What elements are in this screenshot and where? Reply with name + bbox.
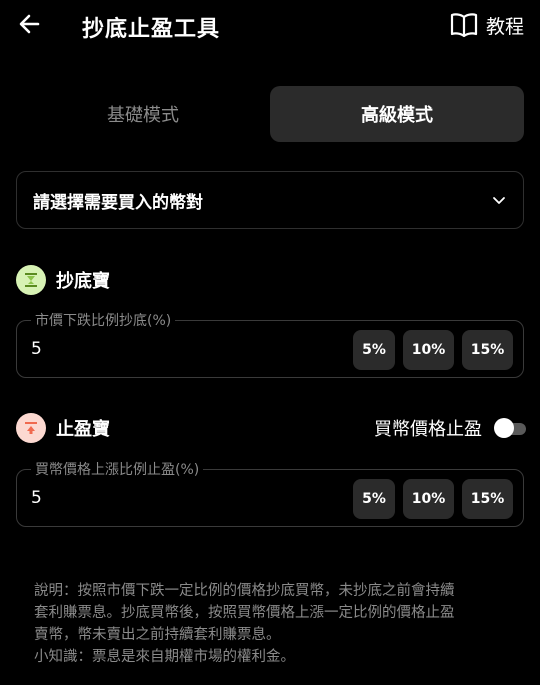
book-open-icon — [450, 13, 478, 38]
take-profit-field: 買幣價格上漲比例止盈(%) 5% 10% 15% — [16, 459, 524, 527]
header: 抄底止盈工具 教程 — [0, 0, 540, 52]
buy-low-title: 抄底寶 — [56, 271, 110, 292]
pair-select[interactable]: 請選擇需要買入的幣對 — [16, 171, 524, 229]
tab-basic-mode[interactable]: 基礎模式 — [16, 86, 270, 142]
buy-low-chips: 5% 10% 15% — [353, 330, 513, 370]
arrow-up-bar-icon — [16, 413, 46, 443]
take-profit-input[interactable] — [31, 488, 231, 508]
description-tip: 小知識：票息是來自期權市場的權利金。 — [34, 649, 295, 665]
mode-tabs: 基礎模式 高級模式 — [16, 86, 524, 142]
description-line: 賣幣，幣未賣出之前持續套利賺票息。 — [34, 627, 281, 643]
tutorial-label: 教程 — [485, 15, 524, 38]
toggle-knob — [494, 418, 514, 438]
tab-advanced-mode[interactable]: 高級模式 — [270, 86, 524, 142]
buy-low-section-header: 抄底寶 — [16, 265, 110, 295]
description: 說明：按照市價下跌一定比例的價格抄底買幣，未抄底之前會持續 套利賺票息。抄底買幣… — [34, 580, 514, 668]
take-profit-toggle-label: 買幣價格止盈 — [374, 419, 482, 440]
take-profit-chip-5[interactable]: 5% — [353, 479, 395, 519]
take-profit-toggle-row: 買幣價格止盈 — [374, 413, 528, 443]
buy-low-field: 市價下跌比例抄底(%) 5% 10% 15% — [16, 310, 524, 378]
take-profit-section-header: 止盈寶 — [16, 413, 110, 443]
arrow-left-icon[interactable] — [16, 10, 44, 38]
take-profit-chip-10[interactable]: 10% — [403, 479, 454, 519]
take-profit-toggle[interactable] — [494, 418, 528, 438]
description-line: 說明：按照市價下跌一定比例的價格抄底買幣，未抄底之前會持續 — [34, 583, 455, 599]
description-line: 套利賺票息。抄底買幣後，按照買幣價格上漲一定比例的價格止盈 — [34, 605, 455, 621]
pair-select-placeholder: 請選擇需要買入的幣對 — [33, 192, 203, 213]
buy-low-input[interactable] — [31, 339, 231, 359]
buy-low-field-label: 市價下跌比例抄底(%) — [31, 310, 176, 330]
take-profit-field-label: 買幣價格上漲比例止盈(%) — [31, 459, 204, 479]
buy-low-chip-10[interactable]: 10% — [403, 330, 454, 370]
take-profit-chip-15[interactable]: 15% — [462, 479, 513, 519]
buy-low-chip-5[interactable]: 5% — [353, 330, 395, 370]
page-title: 抄底止盈工具 — [82, 17, 221, 42]
take-profit-chips: 5% 10% 15% — [353, 479, 513, 519]
take-profit-title: 止盈寶 — [56, 419, 110, 440]
chevron-down-icon — [493, 197, 505, 204]
buy-low-chip-15[interactable]: 15% — [462, 330, 513, 370]
tutorial-button[interactable]: 教程 — [450, 10, 524, 40]
hourglass-icon — [16, 265, 46, 295]
